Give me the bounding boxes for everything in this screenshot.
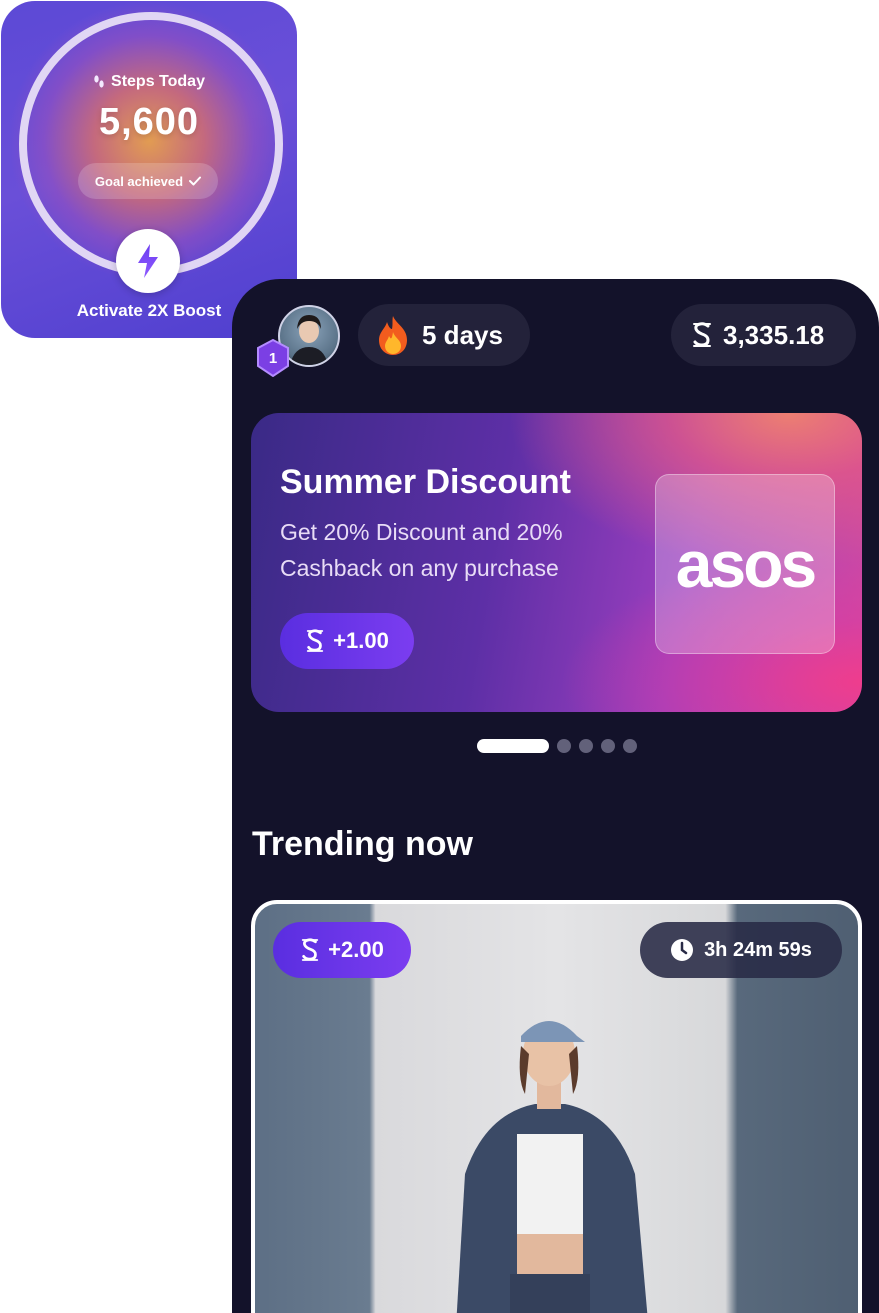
lightning-icon <box>138 244 158 278</box>
coin-icon <box>301 938 319 961</box>
banner-description: Get 20% Discount and 20% Cashback on any… <box>280 519 563 581</box>
boost-button[interactable] <box>116 229 180 293</box>
goal-status-badge: Goal achieved <box>78 163 218 199</box>
balance-amount: 3,335.18 <box>723 319 825 350</box>
check-icon <box>189 176 202 186</box>
balance-badge[interactable]: 3,335.18 <box>671 304 856 366</box>
clock-icon <box>671 939 694 961</box>
brand-logo-box: asos <box>655 474 835 654</box>
level-number: 1 <box>269 350 277 367</box>
brand-logo: asos <box>675 527 817 601</box>
card-reward-badge[interactable]: +2.00 <box>273 922 411 978</box>
carousel-dot[interactable] <box>557 739 571 753</box>
product-photo <box>456 1021 648 1313</box>
trending-card[interactable]: +2.00 3h 24m 59s <box>251 900 862 1313</box>
card-timer-text: 3h 24m 59s <box>704 938 812 961</box>
goal-status-text: Goal achieved <box>94 173 184 189</box>
fire-icon <box>379 316 407 355</box>
coin-icon <box>306 629 324 652</box>
promo-banner[interactable]: Summer Discount Get 20% Discount and 20%… <box>251 413 862 712</box>
carousel-dot[interactable] <box>477 739 549 753</box>
app-screen: 1 5 days 3,335.18 Summer Discount Get 20… <box>232 279 879 1313</box>
coin-icon <box>693 322 711 347</box>
banner-reward-button[interactable]: +1.00 <box>280 613 414 669</box>
carousel-dot[interactable] <box>623 739 637 753</box>
card-timer-badge: 3h 24m 59s <box>640 922 842 978</box>
level-badge: 1 <box>257 339 289 377</box>
streak-text: 5 days <box>422 319 503 350</box>
steps-label-row: Steps Today <box>1 73 297 91</box>
carousel-indicator <box>477 739 637 753</box>
profile[interactable]: 1 <box>257 305 340 377</box>
card-reward-text: +2.00 <box>328 937 384 962</box>
trending-title: Trending now <box>252 825 473 863</box>
carousel-dot[interactable] <box>601 739 615 753</box>
banner-reward-text: +1.00 <box>333 628 389 653</box>
steps-count: 5,600 <box>98 101 200 143</box>
steps-label: Steps Today <box>111 73 205 90</box>
banner-title: Summer Discount <box>280 463 571 501</box>
footprints-icon <box>94 75 104 88</box>
streak-badge[interactable]: 5 days <box>358 304 530 366</box>
carousel-dot[interactable] <box>579 739 593 753</box>
